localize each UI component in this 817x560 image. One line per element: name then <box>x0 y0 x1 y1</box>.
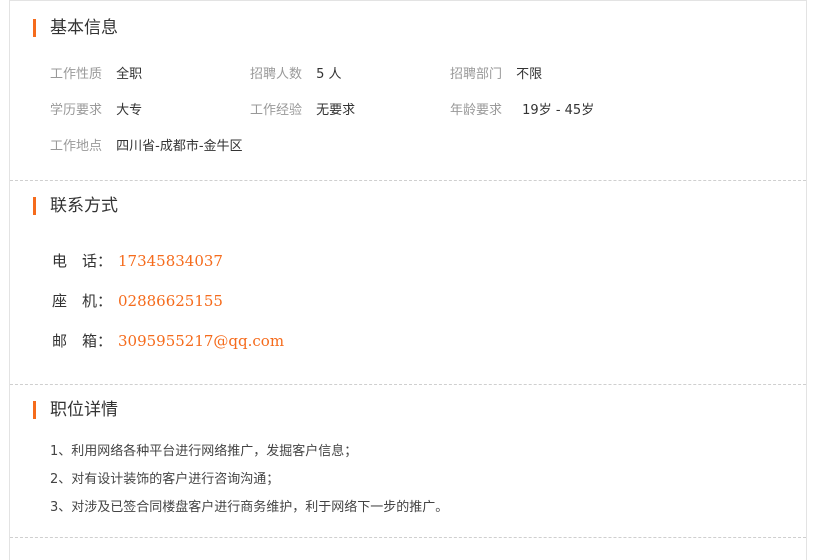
contact-email: 邮 箱： 3095955217@qq.com <box>52 330 284 352</box>
basic-info-title-text: 基本信息 <box>50 18 118 38</box>
field-label: 学历要求 <box>50 103 103 118</box>
field-headcount: 招聘人数 5 人 <box>250 67 342 83</box>
field-label: 工作性质 <box>50 67 103 82</box>
field-job-type: 工作性质 全职 <box>50 67 142 83</box>
title-accent-bar <box>33 197 36 215</box>
field-value: 四川省-成都市-金牛区 <box>116 139 243 154</box>
details-title-text: 职位详情 <box>50 400 118 420</box>
contact-label: 电 话： <box>52 252 113 270</box>
contact-title-text: 联系方式 <box>50 196 118 216</box>
email-value[interactable]: 3095955217@qq.com <box>118 332 284 350</box>
field-label: 年龄要求 <box>450 103 503 118</box>
field-education: 学历要求 大专 <box>50 103 142 119</box>
field-experience: 工作经验 无要求 <box>250 103 355 119</box>
contact-phone: 电 话： 17345834037 <box>52 250 223 272</box>
field-value: 大专 <box>116 103 143 118</box>
landline-value[interactable]: 02886625155 <box>118 292 223 310</box>
details-title: 职位详情 <box>33 400 118 420</box>
field-label: 工作经验 <box>250 103 303 118</box>
contact-title: 联系方式 <box>33 196 118 216</box>
phone-value[interactable]: 17345834037 <box>118 252 223 270</box>
contact-landline: 座 机： 02886625155 <box>52 290 223 312</box>
contact-label: 座 机： <box>52 292 113 310</box>
section-divider <box>10 180 806 181</box>
duty-line: 2、对有设计装饰的客户进行咨询沟通； <box>50 472 280 487</box>
field-value: 19岁 - 45岁 <box>522 103 595 118</box>
section-divider <box>10 537 806 538</box>
title-accent-bar <box>33 19 36 37</box>
field-value: 5 人 <box>316 67 342 82</box>
field-value: 全职 <box>116 67 143 82</box>
field-location: 工作地点 四川省-成都市-金牛区 <box>50 139 243 155</box>
duty-line: 1、利用网络各种平台进行网络推广，发掘客户信息； <box>50 444 358 459</box>
field-label: 招聘部门 <box>450 67 503 82</box>
field-label: 招聘人数 <box>250 67 303 82</box>
job-info-panel: 基本信息 工作性质 全职 招聘人数 5 人 招聘部门 不限 学历要求 大专 工作… <box>9 0 807 560</box>
field-age: 年龄要求 19岁 - 45岁 <box>450 103 594 119</box>
field-value: 不限 <box>516 67 543 82</box>
field-value: 无要求 <box>316 103 356 118</box>
basic-info-title: 基本信息 <box>33 18 118 38</box>
contact-label: 邮 箱： <box>52 332 113 350</box>
field-department: 招聘部门 不限 <box>450 67 542 83</box>
field-label: 工作地点 <box>50 139 103 154</box>
title-accent-bar <box>33 401 36 419</box>
section-divider <box>10 384 806 385</box>
duty-line: 3、对涉及已签合同楼盘客户进行商务维护，利于网络下一步的推广。 <box>50 500 449 515</box>
